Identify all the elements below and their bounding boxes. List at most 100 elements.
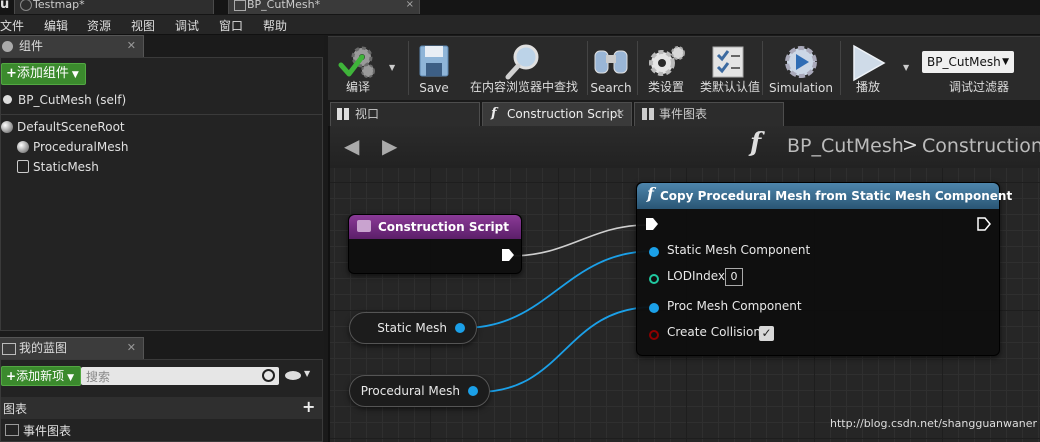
components-panel: +添加组件 ▼ BP_CutMesh (self) DefaultSceneRoo… [0,57,323,331]
save-label: Save [419,81,449,95]
self-item[interactable]: BP_CutMesh (self) [3,93,126,107]
tree-item-defaultsceneroot[interactable]: DefaultSceneRoot [1,120,125,134]
search-button[interactable]: Search [590,37,632,99]
search-placeholder: 搜索 [86,370,111,384]
self-item-label: BP_CutMesh (self) [18,93,127,107]
create-collision-pin[interactable] [649,330,659,340]
compile-gear-icon [338,46,375,78]
blueprint-icon [234,0,246,11]
graph-icon [5,424,19,436]
tree-item-label: ProceduralMesh [33,140,129,154]
add-component-label: 添加组件 [16,66,69,81]
play-options-dropdown-icon[interactable]: ▼ [903,63,909,72]
close-icon[interactable]: ✕ [127,36,136,56]
close-icon[interactable]: ✕ [616,103,625,125]
add-new-button[interactable]: +添加新项 ▼ [1,366,81,386]
close-icon[interactable]: ✕ [127,338,136,358]
lod-index-input[interactable]: 0 [725,268,743,286]
compile-options-dropdown-icon[interactable]: ▼ [389,63,395,72]
add-component-button[interactable]: +添加组件 ▼ [1,63,86,85]
menu-file[interactable]: 文件 [0,17,24,34]
document-tab-label: Testmap* [33,0,85,11]
menu-edit[interactable]: 编辑 [44,17,68,34]
exec-input-pin[interactable] [645,217,659,231]
function-icon: f [491,106,497,121]
menu-asset[interactable]: 资源 [87,17,111,34]
proc-mesh-component-pin[interactable] [649,303,659,313]
tab-components[interactable]: 组件 ✕ [0,35,144,57]
save-icon [419,45,449,77]
title-bar: u Testmap* BP_CutMesh* × [0,0,1040,15]
play-button[interactable]: 播放 [844,37,892,99]
graph-icon [642,108,654,120]
search-icon[interactable] [262,369,275,382]
dropdown-arrow-icon: ▼ [67,373,74,383]
save-button[interactable]: Save [412,37,456,99]
document-tab-bp-cutmesh[interactable]: BP_CutMesh* × [228,0,420,14]
compile-button[interactable]: 编译 [332,37,384,99]
tree-item-proceduralmesh[interactable]: ProceduralMesh [17,140,128,154]
map-icon [20,0,32,11]
exec-output-pin[interactable] [977,217,991,231]
close-icon[interactable]: × [406,0,414,12]
construction-script-node[interactable]: Construction Script [348,214,522,274]
event-icon [357,220,371,232]
toolbar: 编译 ▼ Save 在内容浏览器中查找 Search 类设置 类默认认值 Sim… [328,36,1040,100]
tab-components-label: 组件 [19,39,44,53]
checklist-icon [712,46,744,78]
left-panel: 组件 ✕ +添加组件 ▼ BP_CutMesh (self) DefaultSce… [0,35,324,442]
procedural-mesh-output-pin[interactable] [468,386,478,396]
graphs-section-header[interactable]: 图表 + [1,397,322,419]
plus-icon: + [6,66,17,81]
dropdown-arrow-icon[interactable]: ▼ [304,369,310,378]
add-graph-icon[interactable]: + [302,397,315,416]
tab-construction-script-label: Construction Script [507,107,623,121]
static-mesh-variable-node[interactable]: Static Mesh [349,312,477,344]
tab-viewport[interactable]: 视口 [330,102,480,126]
lod-index-label: LODIndex [667,269,725,283]
menu-window[interactable]: 窗口 [219,17,243,34]
procedural-mesh-variable-node[interactable]: Procedural Mesh [349,375,490,407]
class-defaults-button[interactable]: 类默认认值 [700,37,760,99]
play-label: 播放 [855,80,880,94]
menu-help[interactable]: 帮助 [263,17,287,34]
tab-my-blueprint[interactable]: 我的蓝图 ✕ [0,337,144,359]
static-mesh-component-pin[interactable] [649,247,659,257]
toolbar-separator [840,41,841,95]
menu-bar: 文件 编辑 资源 视图 调试 窗口 帮助 [0,15,1040,35]
debug-filter-label: 调试过滤器 [949,80,1010,94]
exec-output-pin[interactable] [501,248,515,262]
tab-viewport-label: 视口 [355,107,380,121]
proc-mesh-component-label: Proc Mesh Component [667,299,802,313]
add-new-label: 添加新项 [16,369,65,383]
tab-event-graph[interactable]: 事件图表 [634,102,784,126]
play-icon [853,44,886,82]
graph-editor[interactable]: ◀ ▶ f BP_CutMesh > Construction Script C… [328,126,1040,442]
tree-item-staticmesh[interactable]: StaticMesh [17,160,99,174]
menu-debug[interactable]: 调试 [175,17,199,34]
menu-view[interactable]: 视图 [131,17,155,34]
simulation-button[interactable]: Simulation [768,37,834,99]
copy-procedural-mesh-node[interactable]: f Copy Procedural Mesh from Static Mesh … [636,182,1012,356]
toolbar-separator [762,41,763,95]
tree-item-label: DefaultSceneRoot [17,120,125,134]
toolbar-separator [408,41,409,95]
class-settings-button[interactable]: 类设置 [641,37,691,99]
tab-construction-script[interactable]: f Construction Script ✕ [482,102,632,126]
document-tab-testmap[interactable]: Testmap* [14,0,214,14]
static-mesh-output-pin[interactable] [455,323,465,333]
debug-object-select[interactable]: BP_CutMesh ▼ [922,51,1014,73]
search-label: Search [590,81,632,95]
create-collision-label: Create Collision [667,325,761,339]
static-mesh-variable-label: Static Mesh [377,321,447,335]
create-collision-checkbox[interactable]: ✓ [759,326,774,341]
debug-object-value: BP_CutMesh [927,55,1001,69]
procedural-mesh-wire [477,306,655,393]
lod-index-pin[interactable] [649,274,659,284]
list-item-event-graph[interactable]: 事件图表 [5,422,71,439]
simulation-icon [785,46,817,78]
search-input[interactable]: 搜索 [81,367,279,385]
find-in-content-browser-button[interactable]: 在内容浏览器中查找 [464,37,584,99]
blueprint-dot-icon [3,95,12,104]
eye-icon[interactable] [285,371,301,380]
